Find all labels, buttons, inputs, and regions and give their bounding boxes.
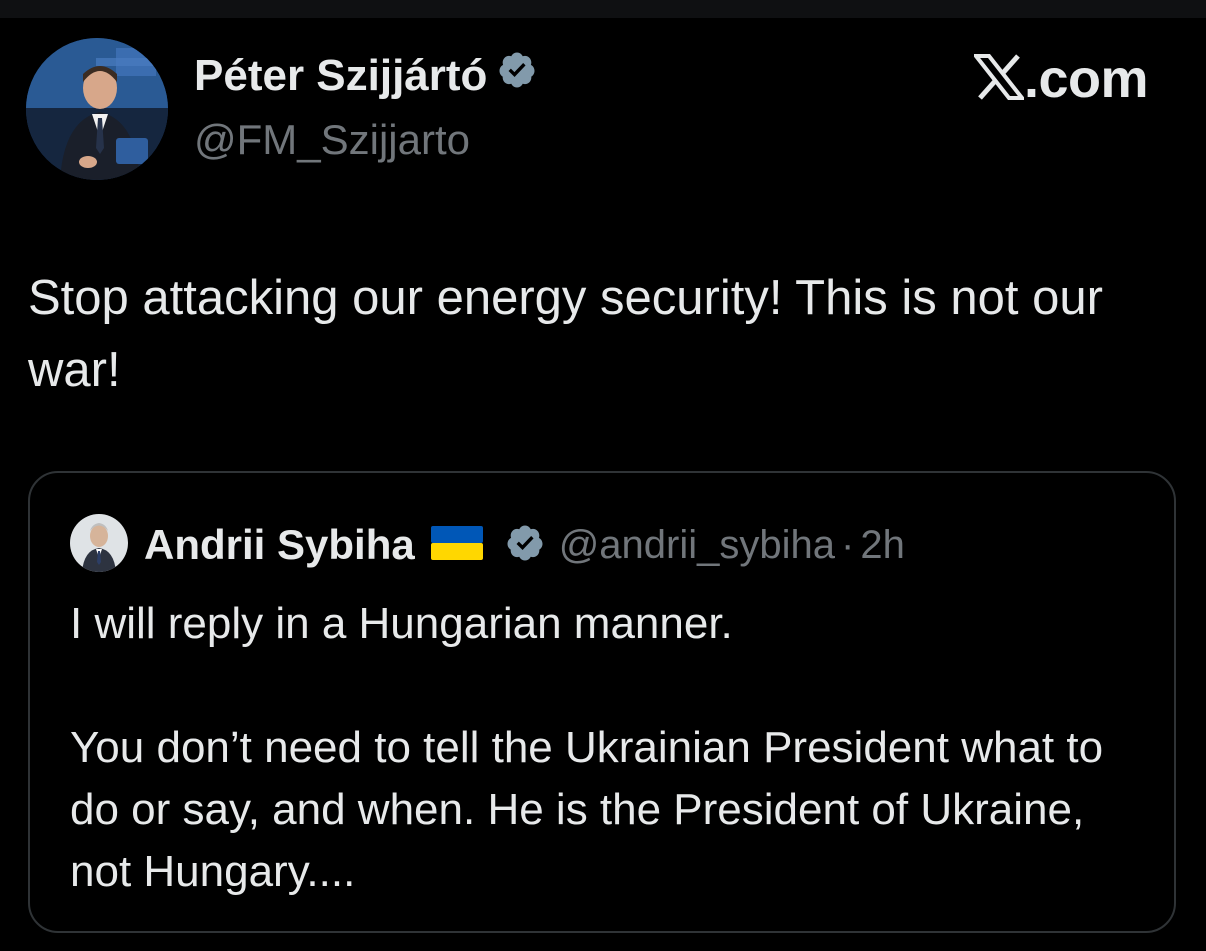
quoted-tweet-card[interactable]: Andrii Sybiha @andrii_sybiha · 2h I will… xyxy=(28,471,1176,933)
x-com-label: .com xyxy=(1023,49,1149,109)
quoted-author-name[interactable]: Andrii Sybiha xyxy=(144,521,415,569)
quoted-author-handle[interactable]: @andrii_sybiha xyxy=(559,523,835,568)
author-name[interactable]: Péter Szijjártó xyxy=(194,51,487,101)
verified-badge-icon xyxy=(505,523,545,568)
x-com-watermark: .com xyxy=(971,48,1149,110)
verified-badge-icon xyxy=(497,50,537,101)
author-name-row[interactable]: Péter Szijjártó xyxy=(194,50,537,101)
author-avatar[interactable] xyxy=(26,38,168,180)
quoted-tweet-header: Andrii Sybiha @andrii_sybiha · 2h xyxy=(144,517,905,573)
ukraine-flag-icon xyxy=(430,525,483,565)
header-separator: · xyxy=(841,522,855,567)
top-edge-bar xyxy=(0,0,1206,18)
tweet-text: Stop attacking our energy security! This… xyxy=(28,271,1117,397)
author-avatar-image xyxy=(26,38,168,180)
quoted-tweet-text: I will reply in a Hungarian manner. You … xyxy=(70,599,1104,896)
quoted-tweet-timestamp[interactable]: 2h xyxy=(860,523,905,568)
x-logo-icon xyxy=(971,53,1027,105)
author-handle[interactable]: @FM_Szijjarto xyxy=(194,116,470,164)
quoted-author-avatar[interactable] xyxy=(70,514,128,572)
quoted-author-avatar-image xyxy=(70,514,128,572)
